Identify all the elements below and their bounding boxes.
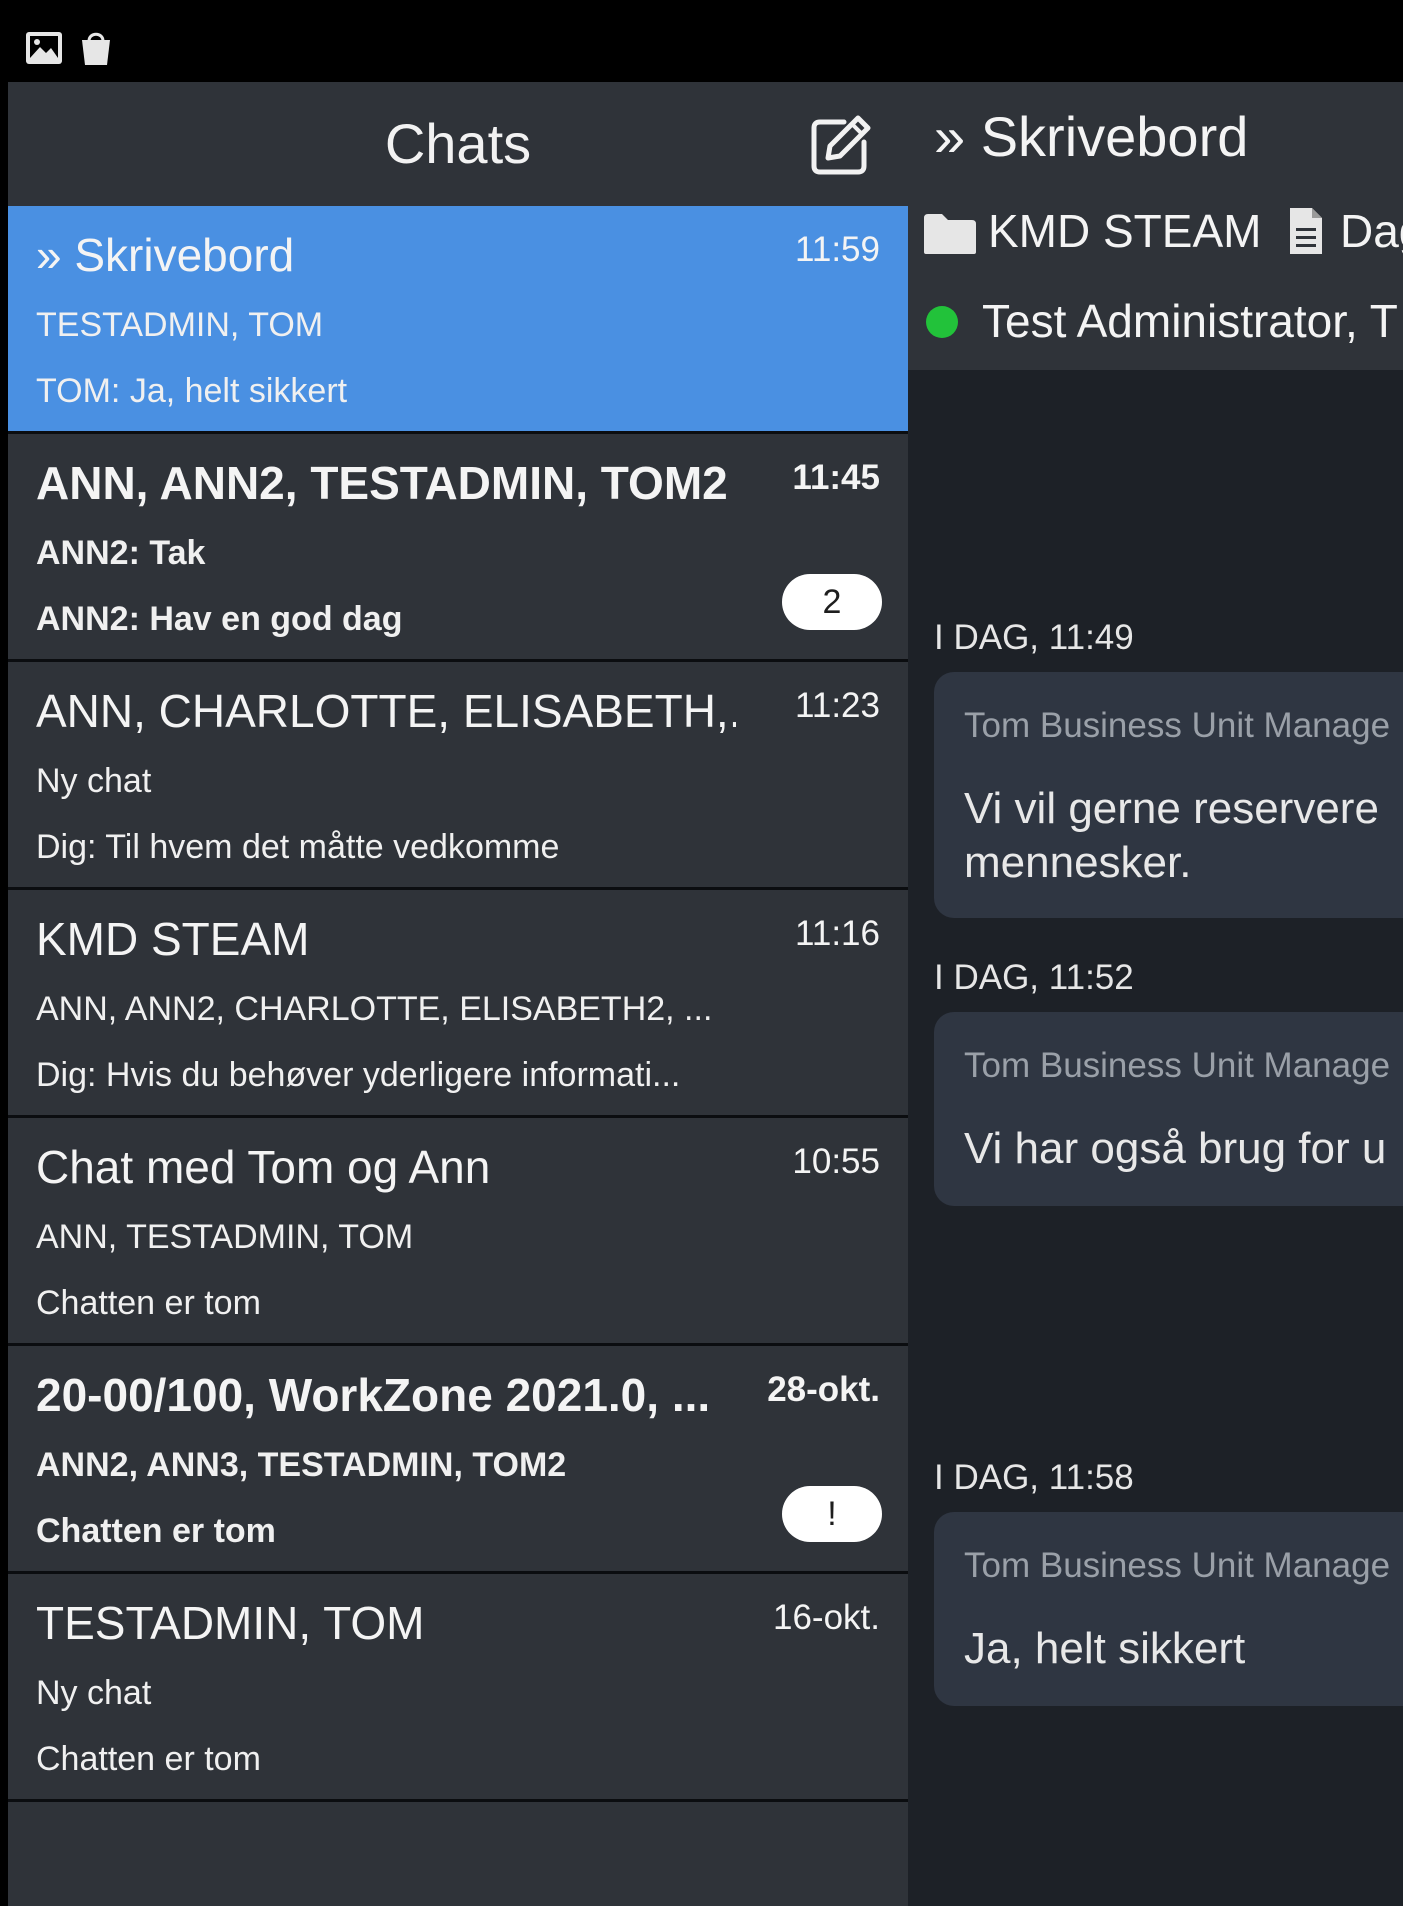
chat-list-item[interactable]: TESTADMIN, TOM 16-okt. Ny chat Chatten e… xyxy=(8,1574,908,1802)
chat-last-message: ANN2: Hav en god dag xyxy=(36,600,403,638)
divider xyxy=(8,1799,908,1802)
conversation-panel: » Skrivebord KMD STEAM Dag Test Administ… xyxy=(908,82,1403,1906)
chat-title: ANN, ANN2, TESTADMIN, TOM2 xyxy=(36,457,728,509)
chat-subtitle: Ny chat xyxy=(36,1674,152,1712)
document-icon xyxy=(1288,206,1324,256)
chat-list-item[interactable]: KMD STEAM 11:16 ANN, ANN2, CHARLOTTE, EL… xyxy=(8,890,908,1118)
shopping-bag-icon xyxy=(76,28,116,68)
message-sender: Tom Business Unit Manage xyxy=(964,1546,1391,1585)
chat-participants: ANN2, ANN3, TESTADMIN, TOM2 xyxy=(36,1446,567,1484)
chat-last-message: Chatten er tom xyxy=(36,1284,261,1322)
chat-title: ANN, CHARLOTTE, ELISABETH,... xyxy=(36,685,736,737)
chat-last-message-previous: ANN2: Tak xyxy=(36,534,206,572)
message-sender: Tom Business Unit Manage xyxy=(964,1046,1391,1085)
chat-title: TESTADMIN, TOM xyxy=(36,1597,425,1649)
message-text: Vi vil gerne reservere mennesker. xyxy=(964,784,1379,887)
chat-list-item[interactable]: 20-00/100, WorkZone 2021.0, ... 28-okt. … xyxy=(8,1346,908,1574)
message-text: Vi har også brug for u xyxy=(964,1124,1387,1173)
folder-icon xyxy=(922,212,978,256)
chat-list-item[interactable]: Chat med Tom og Ann 10:55 ANN, TESTADMIN… xyxy=(8,1118,908,1346)
chat-time: 28-okt. xyxy=(767,1370,880,1409)
chat-list-panel: Chats » Skrivebord 11:59 TESTADMIN, TOM … xyxy=(8,82,908,1906)
chat-list-item[interactable]: ANN, ANN2, TESTADMIN, TOM2 11:45 ANN2: T… xyxy=(8,434,908,662)
chat-participants: ANN, ANN2, CHARLOTTE, ELISABETH2, ... xyxy=(36,990,713,1028)
chat-list: » Skrivebord 11:59 TESTADMIN, TOM TOM: J… xyxy=(8,206,908,1802)
online-status-indicator xyxy=(926,306,958,338)
chat-participants: ANN, TESTADMIN, TOM xyxy=(36,1218,414,1256)
chat-time: 10:55 xyxy=(792,1142,880,1181)
unread-count-badge: 2 xyxy=(782,574,882,630)
chat-last-message: TOM: Ja, helt sikkert xyxy=(36,372,348,410)
message-text: Ja, helt sikkert xyxy=(964,1624,1246,1673)
conversation-title: » Skrivebord xyxy=(934,105,1249,168)
chat-last-message: Dig: Hvis du behøver yderligere informat… xyxy=(36,1056,681,1094)
chat-last-message: Chatten er tom xyxy=(36,1740,261,1778)
message-bubble[interactable]: Tom Business Unit Manage Vi har også bru… xyxy=(934,1012,1403,1206)
chat-subtitle: Ny chat xyxy=(36,762,152,800)
chat-title: 20-00/100, WorkZone 2021.0, ... xyxy=(36,1369,711,1421)
chat-title: KMD STEAM xyxy=(36,913,310,965)
message-bubble[interactable]: Tom Business Unit Manage Ja, helt sikker… xyxy=(934,1512,1403,1706)
chat-last-message: Chatten er tom xyxy=(36,1512,276,1550)
chat-time: 16-okt. xyxy=(773,1598,880,1637)
chat-time: 11:59 xyxy=(795,230,880,269)
app-frame: Chats » Skrivebord 11:59 TESTADMIN, TOM … xyxy=(8,8,1403,1906)
page-title: Chats xyxy=(384,112,532,175)
chat-list-item[interactable]: » Skrivebord 11:59 TESTADMIN, TOM TOM: J… xyxy=(8,206,908,434)
folder-link[interactable]: KMD STEAM xyxy=(988,204,1261,258)
document-link[interactable]: Dag xyxy=(1340,204,1403,258)
alert-badge: ! xyxy=(782,1486,882,1542)
participants-label[interactable]: Test Administrator, T xyxy=(982,294,1398,348)
chat-participants: TESTADMIN, TOM xyxy=(36,306,324,344)
message-sender: Tom Business Unit Manage xyxy=(964,706,1391,745)
status-bar xyxy=(8,8,1403,82)
chat-time: 11:45 xyxy=(792,458,880,497)
date-separator: I DAG, 11:52 xyxy=(934,958,1134,997)
chat-title: Chat med Tom og Ann xyxy=(36,1141,491,1193)
chat-time: 11:16 xyxy=(795,914,880,953)
compose-button[interactable] xyxy=(808,112,874,178)
chat-list-header: Chats xyxy=(8,82,908,206)
chat-last-message: Dig: Til hvem det måtte vedkomme xyxy=(36,828,560,866)
date-separator: I DAG, 11:49 xyxy=(934,618,1134,657)
conversation-header: » Skrivebord KMD STEAM Dag Test Administ… xyxy=(908,82,1403,370)
message-bubble[interactable]: Tom Business Unit Manage Vi vil gerne re… xyxy=(934,672,1403,918)
chat-time: 11:23 xyxy=(795,686,880,725)
compose-icon xyxy=(811,115,871,175)
date-separator: I DAG, 11:58 xyxy=(934,1458,1134,1497)
chat-list-item[interactable]: ANN, CHARLOTTE, ELISABETH,... 11:23 Ny c… xyxy=(8,662,908,890)
image-icon xyxy=(24,28,64,68)
chat-title: » Skrivebord xyxy=(36,229,295,281)
